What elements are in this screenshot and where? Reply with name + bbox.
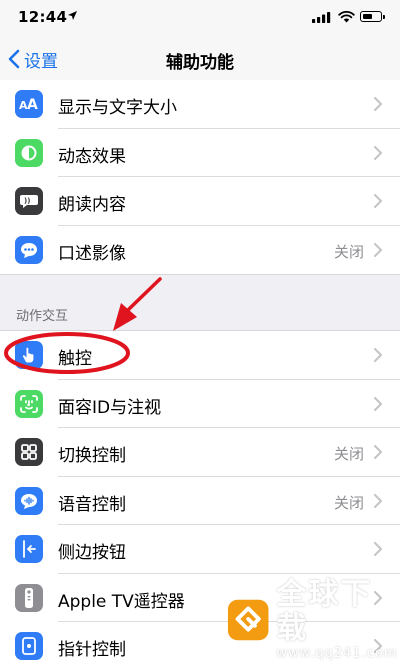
motion-icon [15, 138, 43, 167]
page-title: 辅助功能 [166, 53, 234, 73]
status-bar: 12:44 [0, 0, 400, 36]
row-label: 侧边按钮 [58, 543, 126, 563]
settings-row-voice-control[interactable]: 语音控制 关闭 [0, 477, 400, 525]
pointer-control-icon [15, 632, 43, 660]
face-id-icon [15, 389, 43, 418]
chevron-right-icon [374, 97, 382, 111]
voice-control-icon [15, 486, 43, 515]
row-value: 关闭 [333, 242, 364, 261]
row-label: 触控 [58, 349, 92, 369]
settings-row-spoken-content[interactable]: )) 朗读内容 [0, 177, 400, 226]
watermark-title: 全球下载 [276, 577, 373, 646]
watermark-logo-icon [227, 599, 269, 640]
touch-icon [15, 341, 43, 369]
apple-tv-remote-icon [15, 583, 43, 612]
chevron-right-icon [374, 242, 382, 257]
settings-row-face-id-attention[interactable]: 面容ID与注视 [0, 380, 400, 428]
row-label: 切换控制 [58, 446, 126, 466]
row-label: 朗读内容 [58, 195, 126, 215]
navigation-bar: 设置 辅助功能 [0, 36, 400, 82]
watermark: 全球下载 www.qq241.com [226, 578, 400, 661]
annotation-arrow-shaft [126, 277, 162, 312]
settings-row-audio-descriptions[interactable]: 口述影像 关闭 [0, 226, 400, 275]
chevron-right-icon [374, 194, 382, 208]
chevron-right-icon [374, 493, 382, 508]
settings-row-display-text-size[interactable]: AA 显示与文字大小 [0, 80, 400, 129]
section-header-interaction: 动作交互 [16, 309, 69, 324]
row-value: 关闭 [333, 445, 364, 463]
chevron-right-icon [374, 348, 382, 362]
svg-text:)): )) [24, 197, 30, 205]
chevron-right-icon [374, 542, 382, 556]
row-label: 语音控制 [58, 494, 126, 515]
settings-row-motion[interactable]: 动态效果 [0, 129, 400, 177]
cellular-signal-icon [312, 12, 331, 23]
chevron-right-icon [374, 145, 382, 160]
settings-row-switch-control[interactable]: 切换控制 关闭 [0, 428, 400, 477]
watermark-text: 全球下载 www.qq241.com [276, 577, 400, 662]
row-label: Apple TV遥控器 [58, 591, 185, 612]
chevron-right-icon [374, 445, 382, 459]
location-arrow-icon [68, 11, 77, 20]
row-value: 关闭 [333, 493, 364, 512]
svg-text:A: A [27, 97, 38, 111]
spoken-content-icon: )) [15, 187, 43, 215]
side-button-icon [15, 535, 43, 563]
settings-row-touch[interactable]: 触控 [0, 331, 400, 380]
text-size-icon: AA [15, 90, 43, 118]
row-label: 面容ID与注视 [58, 397, 162, 418]
row-label: 口述影像 [58, 243, 126, 264]
settings-row-side-button[interactable]: 侧边按钮 [0, 525, 400, 574]
chevron-right-icon [374, 396, 382, 411]
annotation-arrow-head [113, 303, 137, 331]
group-divider [0, 274, 400, 275]
row-label: 指针控制 [58, 640, 126, 660]
audio-description-icon [15, 235, 43, 264]
status-time: 12:44 [18, 8, 68, 26]
battery-icon [360, 11, 385, 22]
vision-settings-list: AA 显示与文字大小 动态效果 )) 朗读内容 口述影像 关闭 [0, 80, 400, 274]
wifi-icon [338, 11, 355, 23]
row-label: 动态效果 [58, 146, 126, 167]
row-label: 显示与文字大小 [58, 98, 177, 118]
switch-control-icon [15, 438, 43, 466]
